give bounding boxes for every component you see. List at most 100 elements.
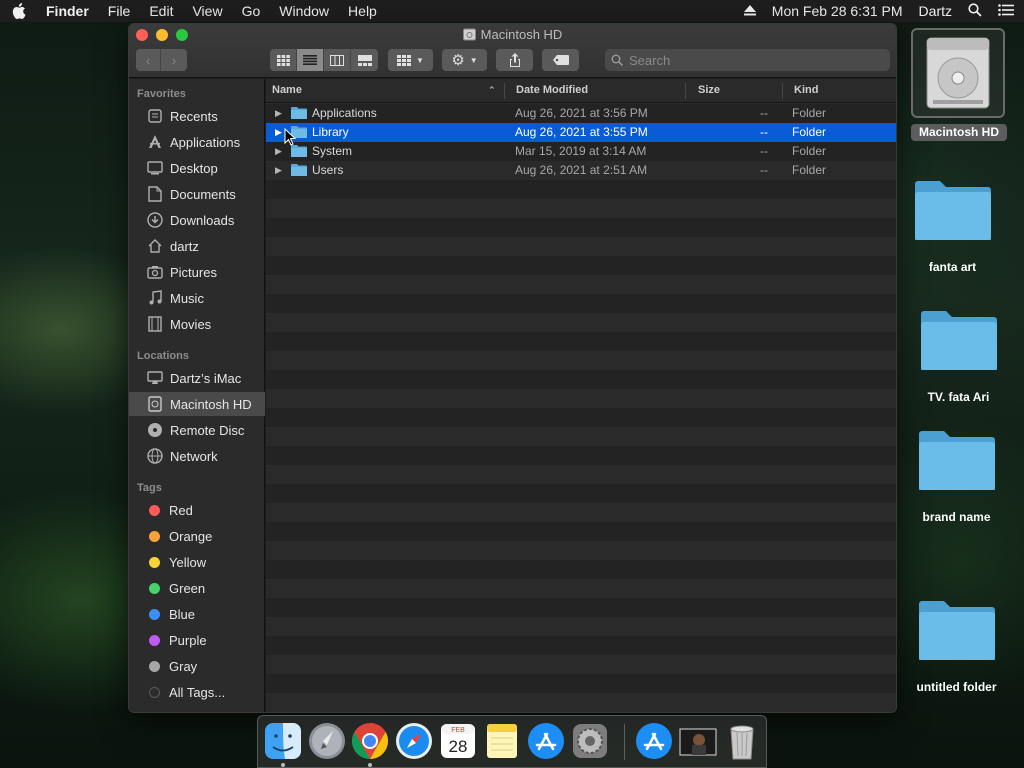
- sidebar-item-imac[interactable]: Dartz’s iMac: [129, 366, 265, 390]
- desktop-folder[interactable]: brand name: [904, 428, 1009, 524]
- dock-notes-icon[interactable]: [482, 721, 522, 761]
- menu-help[interactable]: Help: [348, 3, 377, 19]
- sidebar-item-network[interactable]: Network: [129, 444, 265, 468]
- menu-finder[interactable]: Finder: [46, 3, 89, 19]
- table-row[interactable]: ▶ Users Aug 26, 2021 at 2:51 AM -- Folde…: [266, 161, 896, 180]
- notification-center-icon[interactable]: [998, 3, 1014, 19]
- sort-chevron-up-icon[interactable]: ⌃: [488, 85, 496, 96]
- dock-calendar-icon[interactable]: FEB 28: [438, 721, 478, 761]
- sidebar-item-remote-disc[interactable]: Remote Disc: [129, 418, 265, 442]
- chevron-down-icon: ▼: [416, 55, 424, 65]
- menu-view[interactable]: View: [192, 3, 222, 19]
- mouse-cursor-icon: [284, 128, 296, 146]
- sidebar-item-recents[interactable]: Recents: [129, 104, 265, 128]
- spotlight-icon[interactable]: [968, 2, 982, 20]
- forward-button[interactable]: ›: [161, 49, 187, 71]
- sidebar-item-home[interactable]: dartz: [129, 234, 265, 258]
- list-view-button[interactable]: [297, 49, 324, 71]
- table-row-selected[interactable]: ▶ Library Aug 26, 2021 at 3:55 PM -- Fol…: [266, 123, 896, 142]
- column-date-modified[interactable]: Date Modified: [516, 84, 588, 96]
- desktop-folder[interactable]: untitled folder: [904, 598, 1009, 694]
- sidebar-item-all-tags[interactable]: All Tags...: [129, 680, 265, 704]
- nav-buttons: ‹ ›: [136, 49, 187, 71]
- calendar-day: 28: [449, 737, 468, 756]
- sidebar-item-tag-purple[interactable]: Purple: [129, 628, 265, 652]
- desktop-hd-selection[interactable]: [911, 28, 1005, 118]
- search-field[interactable]: [605, 49, 890, 71]
- tag-icon: [552, 55, 569, 65]
- gallery-view-button[interactable]: [351, 49, 378, 71]
- sidebar-item-label: Recents: [170, 108, 218, 124]
- desktop-folder[interactable]: TV. fata Ari: [906, 308, 1011, 404]
- sidebar: Favorites Recents Applications Desktop D…: [129, 79, 265, 712]
- action-button[interactable]: ⚙ ▼: [442, 49, 487, 71]
- table-row[interactable]: ▶ System Mar 15, 2019 at 3:14 AM -- Fold…: [266, 142, 896, 161]
- tags-button[interactable]: [542, 49, 579, 71]
- dock-trash-icon[interactable]: [722, 721, 762, 761]
- share-button[interactable]: [496, 49, 533, 71]
- apple-icon[interactable]: [10, 2, 28, 20]
- group-button[interactable]: ▼: [388, 49, 433, 71]
- sidebar-item-applications[interactable]: Applications: [129, 130, 265, 154]
- desktop-folder[interactable]: fanta art: [900, 178, 1005, 274]
- dock-chrome-icon[interactable]: [350, 721, 390, 761]
- sidebar-item-label: Purple: [169, 632, 207, 648]
- dock-system-preferences-icon[interactable]: [570, 721, 610, 761]
- sidebar-item-movies[interactable]: Movies: [129, 312, 265, 336]
- dock-image-thumbnail-icon[interactable]: [678, 721, 718, 761]
- sidebar-item-label: Applications: [170, 134, 241, 150]
- search-input[interactable]: [629, 52, 869, 68]
- back-button[interactable]: ‹: [136, 49, 161, 71]
- disclosure-triangle-icon[interactable]: ▶: [275, 108, 282, 119]
- sidebar-item-label: Desktop: [170, 160, 218, 176]
- dock-app-store-download-icon[interactable]: [634, 721, 674, 761]
- sidebar-item-desktop[interactable]: Desktop: [129, 156, 265, 180]
- file-size: --: [760, 106, 768, 120]
- window-titlebar[interactable]: Macintosh HD ‹ › ▼ ⚙ ▼ Search: [129, 24, 896, 78]
- disclosure-triangle-icon[interactable]: ▶: [275, 127, 282, 138]
- column-size[interactable]: Size: [698, 84, 720, 96]
- sidebar-item-downloads[interactable]: Downloads: [129, 208, 265, 232]
- chevron-right-icon: ›: [171, 52, 177, 68]
- disclosure-triangle-icon[interactable]: ▶: [275, 146, 282, 157]
- sidebar-item-tag-red[interactable]: Red: [129, 498, 265, 522]
- sidebar-item-tag-gray[interactable]: Gray: [129, 654, 265, 678]
- sidebar-item-macintosh-hd[interactable]: Macintosh HD: [129, 392, 265, 416]
- icon-view-button[interactable]: [270, 49, 297, 71]
- clock-icon: [146, 107, 164, 125]
- column-name[interactable]: Name: [272, 84, 302, 96]
- sidebar-item-documents[interactable]: Documents: [129, 182, 265, 206]
- grid-icon: [276, 54, 290, 66]
- menu-go[interactable]: Go: [242, 3, 261, 19]
- menu-edit[interactable]: Edit: [149, 3, 173, 19]
- menubar-user[interactable]: Dartz: [919, 3, 952, 19]
- sidebar-item-label: Pictures: [170, 264, 217, 280]
- dock-app-store-icon[interactable]: [526, 721, 566, 761]
- sidebar-item-label: Network: [170, 448, 218, 464]
- file-date: Aug 26, 2021 at 3:55 PM: [515, 125, 648, 139]
- tag-color-dot: [149, 686, 160, 698]
- desktop-hd-label[interactable]: Macintosh HD: [911, 124, 1007, 141]
- sidebar-item-tag-green[interactable]: Green: [129, 576, 265, 600]
- sidebar-item-tag-blue[interactable]: Blue: [129, 602, 265, 626]
- sidebar-item-tag-orange[interactable]: Orange: [129, 524, 265, 548]
- sidebar-item-tag-yellow[interactable]: Yellow: [129, 550, 265, 574]
- disclosure-triangle-icon[interactable]: ▶: [275, 165, 282, 176]
- sidebar-item-pictures[interactable]: Pictures: [129, 260, 265, 284]
- share-icon: [509, 53, 520, 67]
- column-view-button[interactable]: [324, 49, 351, 71]
- dock-launchpad-icon[interactable]: [307, 721, 347, 761]
- dock-finder-icon[interactable]: [263, 721, 303, 761]
- hard-drive-icon: [926, 37, 990, 109]
- column-kind[interactable]: Kind: [794, 84, 818, 96]
- menubar-clock[interactable]: Mon Feb 28 6:31 PM: [772, 3, 903, 19]
- eject-icon[interactable]: [743, 3, 756, 19]
- table-row[interactable]: ▶ Applications Aug 26, 2021 at 3:56 PM -…: [266, 104, 896, 123]
- desktop-folder-label: fanta art: [928, 260, 977, 274]
- menu-file[interactable]: File: [108, 3, 131, 19]
- sidebar-item-label: Green: [169, 580, 206, 596]
- file-list: Name ⌃ Date Modified Size Kind ▶ Applica…: [266, 79, 896, 712]
- sidebar-item-music[interactable]: Music: [129, 286, 265, 310]
- menu-window[interactable]: Window: [279, 3, 329, 19]
- dock-safari-icon[interactable]: [394, 721, 434, 761]
